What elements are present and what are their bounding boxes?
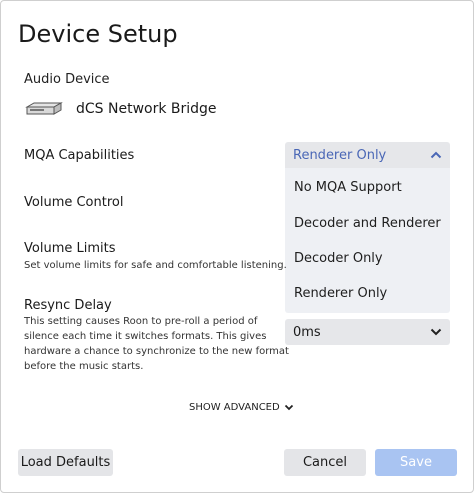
- save-button[interactable]: Save: [375, 449, 457, 476]
- resync-delay-label: Resync Delay: [24, 298, 112, 313]
- audio-device-label: Audio Device: [24, 72, 110, 87]
- mqa-options-menu: No MQA Support Decoder and Renderer Deco…: [285, 168, 450, 313]
- show-advanced-toggle[interactable]: SHOW ADVANCED: [189, 402, 294, 413]
- mqa-option-decoder-only[interactable]: Decoder Only: [294, 251, 383, 266]
- mqa-option-no-mqa-support[interactable]: No MQA Support: [294, 180, 402, 195]
- chevron-down-icon: [284, 404, 294, 411]
- mqa-capabilities-select[interactable]: Renderer Only: [285, 142, 450, 168]
- resync-desc-line: This setting causes Roon to pre-roll a p…: [24, 316, 258, 327]
- show-advanced-label: SHOW ADVANCED: [189, 402, 280, 413]
- resync-desc-line: silence each time it switches formats. T…: [24, 331, 267, 342]
- mqa-capabilities-label: MQA Capabilities: [24, 148, 135, 163]
- load-defaults-button[interactable]: Load Defaults: [18, 449, 113, 476]
- dialog-title: Device Setup: [18, 20, 178, 48]
- chevron-down-icon: [430, 325, 442, 340]
- resync-delay-value: 0ms: [293, 324, 321, 340]
- mqa-option-decoder-and-renderer[interactable]: Decoder and Renderer: [294, 216, 441, 231]
- volume-control-label: Volume Control: [24, 195, 124, 210]
- resync-desc-line: before the music starts.: [24, 361, 144, 372]
- resync-delay-description: This setting causes Roon to pre-roll a p…: [24, 314, 289, 374]
- volume-limits-description: Set volume limits for safe and comfortab…: [24, 260, 287, 271]
- resync-delay-select[interactable]: 0ms: [285, 319, 450, 345]
- network-bridge-device-icon: [24, 99, 64, 119]
- resync-desc-line: hardware a chance to synchronize to the …: [24, 346, 289, 357]
- mqa-selected-value: Renderer Only: [293, 147, 387, 163]
- cancel-button[interactable]: Cancel: [284, 449, 366, 476]
- volume-limits-label: Volume Limits: [24, 241, 116, 256]
- chevron-up-icon: [430, 148, 442, 163]
- device-setup-dialog: Device Setup Audio Device dCS Network Br…: [0, 0, 474, 493]
- mqa-option-renderer-only[interactable]: Renderer Only: [294, 286, 387, 301]
- device-row: dCS Network Bridge: [24, 99, 217, 119]
- device-name: dCS Network Bridge: [76, 101, 217, 117]
